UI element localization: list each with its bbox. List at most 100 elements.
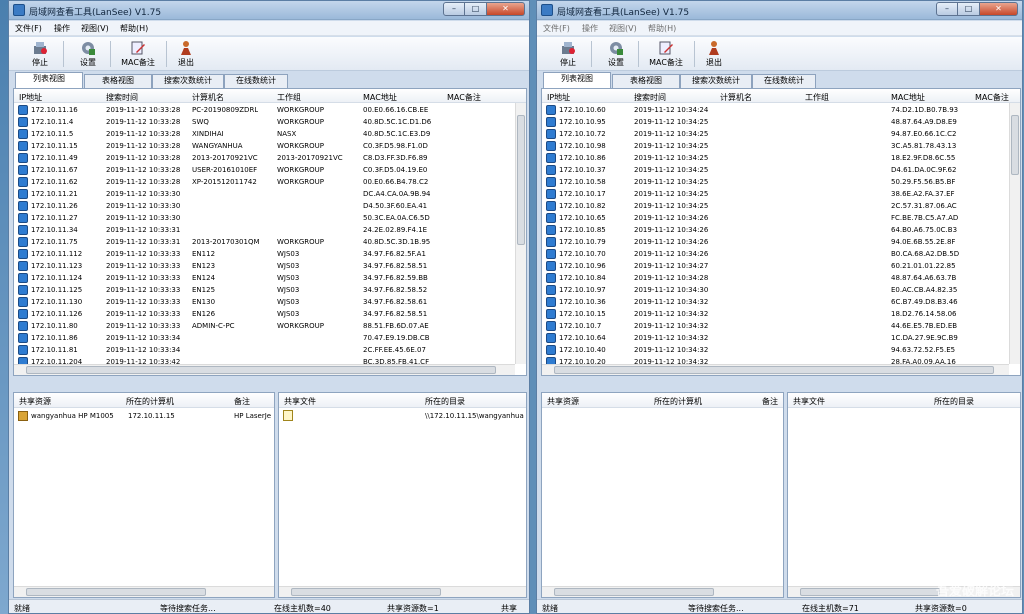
- col-workgroup[interactable]: 工作组: [805, 92, 829, 103]
- host-row[interactable]: 172.10.10.86 2019-11-12 10:34:25 18.E2.9F.…: [542, 152, 1008, 164]
- scroll-thumb[interactable]: [26, 588, 206, 596]
- host-row[interactable]: 172.10.10.65 2019-11-12 10:34:26 FC.BE.7B.…: [542, 212, 1008, 224]
- host-row[interactable]: 172.10.11.4 2019-11-12 10:33:28 SWQ WORKGRO…: [14, 116, 514, 128]
- col-shared-file[interactable]: 共享文件: [793, 396, 825, 407]
- menu-help[interactable]: 帮助(H): [648, 23, 676, 34]
- host-row[interactable]: 172.10.10.82 2019-11-12 10:34:25 2C.57.31.…: [542, 200, 1008, 212]
- vertical-scrollbar[interactable]: [515, 103, 526, 364]
- tab-online-count[interactable]: 在线数统计: [752, 74, 816, 88]
- scroll-thumb[interactable]: [800, 588, 940, 596]
- scroll-thumb[interactable]: [291, 588, 441, 596]
- horizontal-scrollbar[interactable]: [14, 586, 274, 597]
- horizontal-scrollbar[interactable]: [542, 586, 783, 597]
- col-mac-note[interactable]: MAC备注: [975, 92, 1009, 103]
- maximize-button[interactable]: □: [465, 2, 487, 16]
- col-hostname[interactable]: 计算机名: [192, 92, 224, 103]
- settings-button[interactable]: 设置: [71, 38, 105, 70]
- scroll-thumb[interactable]: [1011, 115, 1019, 175]
- host-row[interactable]: 172.10.11.126 2019-11-12 10:33:33 EN126 WJS…: [14, 308, 514, 320]
- col-ip[interactable]: IP地址: [19, 92, 42, 103]
- stop-button[interactable]: 停止: [551, 38, 585, 70]
- host-row[interactable]: 172.10.11.62 2019-11-12 10:33:28 XP-201512…: [14, 176, 514, 188]
- host-row[interactable]: 172.10.11.112 2019-11-12 10:33:33 EN112 WJS…: [14, 248, 514, 260]
- minimize-button[interactable]: –: [936, 2, 958, 16]
- host-row[interactable]: 172.10.11.75 2019-11-12 10:33:31 2013-2017…: [14, 236, 514, 248]
- col-hostname[interactable]: 计算机名: [720, 92, 752, 103]
- tab-search-count[interactable]: 搜索次数统计: [152, 74, 224, 88]
- tab-table-view[interactable]: 表格视图: [612, 74, 680, 88]
- mac-note-button[interactable]: MAC备注: [115, 38, 161, 70]
- menu-help[interactable]: 帮助(H): [120, 23, 148, 34]
- col-time[interactable]: 搜索时间: [634, 92, 666, 103]
- host-row[interactable]: 172.10.10.37 2019-11-12 10:34:25 D4.61.DA.…: [542, 164, 1008, 176]
- close-button[interactable]: ✕: [980, 2, 1018, 16]
- host-row[interactable]: 172.10.11.5 2019-11-12 10:33:28 XINDIHAI NA…: [14, 128, 514, 140]
- tab-search-count[interactable]: 搜索次数统计: [680, 74, 752, 88]
- host-row[interactable]: 172.10.10.98 2019-11-12 10:34:25 3C.A5.81.…: [542, 140, 1008, 152]
- col-share-computer[interactable]: 所在的计算机: [654, 396, 702, 407]
- host-row[interactable]: 172.10.10.95 2019-11-12 10:34:25 48.87.64.…: [542, 116, 1008, 128]
- col-workgroup[interactable]: 工作组: [277, 92, 301, 103]
- exit-button[interactable]: 退出: [699, 38, 729, 70]
- host-row[interactable]: 172.10.10.96 2019-11-12 10:34:27 60.21.01.…: [542, 260, 1008, 272]
- host-row[interactable]: 172.10.10.84 2019-11-12 10:34:28 48.87.64.…: [542, 272, 1008, 284]
- host-row[interactable]: 172.10.10.97 2019-11-12 10:34:30 E0.AC.CB.…: [542, 284, 1008, 296]
- tab-table-view[interactable]: 表格视图: [84, 74, 152, 88]
- host-row[interactable]: 172.10.11.81 2019-11-12 10:33:34 2C.FF.EE.…: [14, 344, 514, 356]
- scroll-thumb[interactable]: [554, 588, 714, 596]
- host-row[interactable]: 172.10.11.123 2019-11-12 10:33:33 EN123 WJS…: [14, 260, 514, 272]
- col-shared-file[interactable]: 共享文件: [284, 396, 316, 407]
- col-share-resource[interactable]: 共享资源: [19, 396, 51, 407]
- host-row[interactable]: 172.10.10.58 2019-11-12 10:34:25 50.29.F5.…: [542, 176, 1008, 188]
- mac-note-button[interactable]: MAC备注: [643, 38, 689, 70]
- horizontal-scrollbar[interactable]: [14, 364, 515, 375]
- host-row[interactable]: 172.10.11.21 2019-11-12 10:33:30 DC.A4.CA.…: [14, 188, 514, 200]
- menu-file[interactable]: 文件(F): [15, 23, 42, 34]
- host-row[interactable]: 172.10.10.40 2019-11-12 10:34:32 94.63.72.…: [542, 344, 1008, 356]
- menu-file[interactable]: 文件(F): [543, 23, 570, 34]
- scroll-thumb[interactable]: [517, 115, 525, 245]
- host-row[interactable]: 172.10.11.125 2019-11-12 10:33:33 EN125 WJS…: [14, 284, 514, 296]
- col-mac[interactable]: MAC地址: [363, 92, 397, 103]
- tab-list-view[interactable]: 列表视图: [543, 72, 611, 88]
- col-mac-note[interactable]: MAC备注: [447, 92, 481, 103]
- host-row[interactable]: 172.10.11.49 2019-11-12 10:33:28 2013-2017…: [14, 152, 514, 164]
- host-row[interactable]: 172.10.10.64 2019-11-12 10:34:32 1C.DA.27.…: [542, 332, 1008, 344]
- host-row[interactable]: 172.10.11.130 2019-11-12 10:33:33 EN130 WJS…: [14, 296, 514, 308]
- exit-button[interactable]: 退出: [171, 38, 201, 70]
- stop-button[interactable]: 停止: [23, 38, 57, 70]
- menu-view[interactable]: 视图(V): [609, 23, 637, 34]
- share-row[interactable]: wangyanhua HP M1005 172.10.11.15 HP Lase…: [14, 410, 274, 422]
- col-time[interactable]: 搜索时间: [106, 92, 138, 103]
- menu-view[interactable]: 视图(V): [81, 23, 109, 34]
- host-row[interactable]: 172.10.11.80 2019-11-12 10:33:33 ADMIN-C-P…: [14, 320, 514, 332]
- host-row[interactable]: 172.10.11.15 2019-11-12 10:33:28 WANGYANHU…: [14, 140, 514, 152]
- host-row[interactable]: 172.10.10.85 2019-11-12 10:34:26 64.B0.A6.…: [542, 224, 1008, 236]
- host-row[interactable]: 172.10.11.27 2019-11-12 10:33:30 50.3C.EA.…: [14, 212, 514, 224]
- host-row[interactable]: 172.10.11.124 2019-11-12 10:33:33 EN124 WJS…: [14, 272, 514, 284]
- file-row[interactable]: \\172.10.11.15\wangyanhua: [279, 410, 526, 422]
- minimize-button[interactable]: –: [443, 2, 465, 16]
- host-row[interactable]: 172.10.10.60 2019-11-12 10:34:24 74.D2.1D.…: [542, 104, 1008, 116]
- host-row[interactable]: 172.10.10.15 2019-11-12 10:34:32 18.D2.76.…: [542, 308, 1008, 320]
- host-row[interactable]: 172.10.10.7 2019-11-12 10:34:32 44.6E.E5.7…: [542, 320, 1008, 332]
- host-row[interactable]: 172.10.10.79 2019-11-12 10:34:26 94.0E.6B.…: [542, 236, 1008, 248]
- scroll-thumb[interactable]: [26, 366, 496, 374]
- settings-button[interactable]: 设置: [599, 38, 633, 70]
- col-directory[interactable]: 所在的目录: [425, 396, 465, 407]
- host-row[interactable]: 172.10.11.67 2019-11-12 10:33:28 USER-2016…: [14, 164, 514, 176]
- host-row[interactable]: 172.10.11.34 2019-11-12 10:33:31 24.2E.02.…: [14, 224, 514, 236]
- tab-list-view[interactable]: 列表视图: [15, 72, 83, 88]
- col-ip[interactable]: IP地址: [547, 92, 570, 103]
- col-share-note[interactable]: 备注: [762, 396, 778, 407]
- host-row[interactable]: 172.10.10.70 2019-11-12 10:34:26 B0.CA.68.…: [542, 248, 1008, 260]
- title-bar[interactable]: 局域网查看工具(LanSee) V1.75 – □ ✕: [9, 1, 529, 20]
- menu-operate[interactable]: 操作: [54, 23, 70, 34]
- col-share-note[interactable]: 备注: [234, 396, 250, 407]
- menu-operate[interactable]: 操作: [582, 23, 598, 34]
- vertical-scrollbar[interactable]: [1009, 103, 1020, 364]
- host-row[interactable]: 172.10.10.17 2019-11-12 10:34:25 38.6E.A2.…: [542, 188, 1008, 200]
- scroll-thumb[interactable]: [554, 366, 994, 374]
- col-share-computer[interactable]: 所在的计算机: [126, 396, 174, 407]
- host-row[interactable]: 172.10.11.16 2019-11-12 10:33:28 PC-201908…: [14, 104, 514, 116]
